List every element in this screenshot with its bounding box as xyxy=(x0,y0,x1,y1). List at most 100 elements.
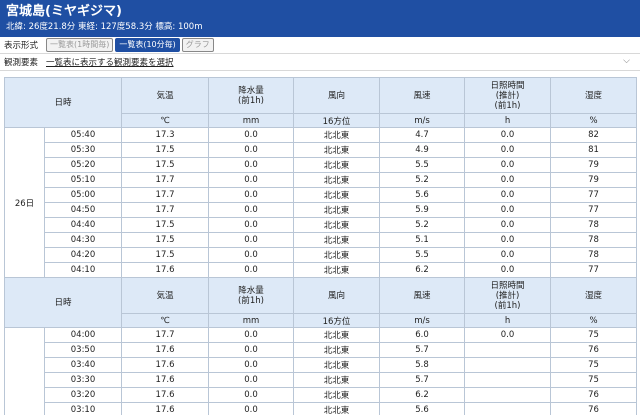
table-row: 03:20 17.6 0.0 北北東 6.2 76 xyxy=(5,387,638,403)
table-cell: 0.0 xyxy=(464,262,552,278)
table-cell: 77 xyxy=(550,262,638,278)
table-cell: 0.0 xyxy=(464,157,552,173)
table-cell: 5.5 xyxy=(379,157,466,173)
table-cell: 77 xyxy=(550,187,638,203)
unit-cell: mm xyxy=(208,313,295,328)
header-cell: 気温 xyxy=(121,277,210,314)
header-cell: 風速 xyxy=(379,77,466,114)
unit-cell: ℃ xyxy=(121,113,210,128)
header-cell: 風速 xyxy=(379,277,466,314)
table-cell: 5.5 xyxy=(379,247,466,263)
table-row: 03:10 17.6 0.0 北北東 5.6 76 xyxy=(5,402,638,415)
table-cell: 03:20 xyxy=(43,387,123,403)
table-cell: 79 xyxy=(550,157,638,173)
table-cell: 82 xyxy=(550,127,638,143)
table-cell: 04:10 xyxy=(43,262,123,278)
table-cell: 5.6 xyxy=(379,402,466,415)
observation-table-wrap: 日時 気温 降水量 (前1h) 風向 風速 日照時間 (推計) (前1h) 湿度 ℃ mm 16方位 m/… xyxy=(3,77,638,415)
station-title: 宮城島(ミヤギジマ) xyxy=(6,4,122,19)
table-cell: 17.7 xyxy=(121,172,210,188)
table-cell: 北北東 xyxy=(293,357,381,373)
table-cell: 04:50 xyxy=(43,202,123,218)
unit-cell: 16方位 xyxy=(293,313,381,328)
table-row: 03:50 17.6 0.0 北北東 5.7 76 xyxy=(5,342,638,358)
unit-cell: h xyxy=(464,313,552,328)
table-cell: 5.1 xyxy=(379,232,466,248)
table-header-row: 日時 気温 降水量 (前1h) 風向 風速 日照時間 (推計) (前1h) 湿度 xyxy=(3,77,638,128)
table-cell: 05:30 xyxy=(43,142,123,158)
table-row: 03:40 17.6 0.0 北北東 5.8 75 xyxy=(5,357,638,373)
graph-button[interactable]: グラフ xyxy=(181,38,214,52)
table-cell: 75 xyxy=(550,327,638,343)
header-cell: 気温 xyxy=(121,77,210,114)
table-cell: 北北東 xyxy=(293,327,381,343)
table-cell: 17.5 xyxy=(121,247,210,263)
table-cell: 03:10 xyxy=(43,402,123,415)
hourly-list-button[interactable]: 一覧表(1時間毎) xyxy=(46,38,114,52)
table-cell: 17.6 xyxy=(121,372,210,388)
table-cell: 北北東 xyxy=(293,342,381,358)
table-cell: 北北東 xyxy=(293,142,381,158)
table-cell: 17.5 xyxy=(121,217,210,233)
day-cell xyxy=(4,327,45,415)
table-cell: 6.2 xyxy=(379,262,466,278)
table-cell: 17.5 xyxy=(121,157,210,173)
table-cell: 81 xyxy=(550,142,638,158)
table-cell: 北北東 xyxy=(293,232,381,248)
table-cell: 75 xyxy=(550,357,638,373)
table-header-row: 日時 気温 降水量 (前1h) 風向 風速 日照時間 (推計) (前1h) 湿度 xyxy=(3,277,638,328)
station-coords: 北緯: 26度21.8分 東経: 127度58.3分 標高: 100m xyxy=(6,22,203,32)
table-cell: 北北東 xyxy=(293,402,381,415)
table-cell: 0.0 xyxy=(208,127,295,143)
unit-cell: mm xyxy=(208,113,295,128)
table-cell: 0.0 xyxy=(208,232,295,248)
table-cell: 5.8 xyxy=(379,357,466,373)
header-cell: 降水量 (前1h) xyxy=(208,77,295,114)
table-cell: 17.6 xyxy=(121,357,210,373)
table-cell xyxy=(464,357,552,373)
header-datetime: 日時 xyxy=(3,277,123,328)
table-cell: 0.0 xyxy=(464,232,552,248)
element-select[interactable]: 一覧表に表示する観測要素を選択 xyxy=(46,56,174,68)
table-row: 05:20 17.5 0.0 北北東 5.5 0.0 79 xyxy=(5,157,638,173)
element-row: 観測要素 一覧表に表示する観測要素を選択 ⌵ xyxy=(0,54,640,71)
table-row: 05:30 17.5 0.0 北北東 4.9 0.0 81 xyxy=(5,142,638,158)
table-cell: 17.6 xyxy=(121,342,210,358)
table-cell xyxy=(464,402,552,415)
header-cell: 降水量 (前1h) xyxy=(208,277,295,314)
table-cell: 0.0 xyxy=(208,142,295,158)
unit-cell: 16方位 xyxy=(293,113,381,128)
day-cell: 26日 xyxy=(4,127,45,278)
table-cell: 北北東 xyxy=(293,262,381,278)
table-row: 03:30 17.6 0.0 北北東 5.7 75 xyxy=(5,372,638,388)
ten-minute-list-button[interactable]: 一覧表(10分毎) xyxy=(115,38,180,52)
table-cell: 77 xyxy=(550,202,638,218)
table-cell: 03:30 xyxy=(43,372,123,388)
chevron-down-icon[interactable]: ⌵ xyxy=(623,56,630,66)
table-cell: 北北東 xyxy=(293,157,381,173)
table-cell: 0.0 xyxy=(208,342,295,358)
table-cell: 17.6 xyxy=(121,402,210,415)
header-datetime: 日時 xyxy=(3,77,123,128)
table-cell: 0.0 xyxy=(208,372,295,388)
table-cell: 17.7 xyxy=(121,327,210,343)
table-cell: 4.7 xyxy=(379,127,466,143)
table-cell: 5.2 xyxy=(379,217,466,233)
table-cell: 17.5 xyxy=(121,142,210,158)
table-cell: 75 xyxy=(550,372,638,388)
header-cell: 日照時間 (推計) (前1h) xyxy=(464,277,552,314)
table-cell: 0.0 xyxy=(208,247,295,263)
table-cell: 04:20 xyxy=(43,247,123,263)
table-cell: 0.0 xyxy=(464,142,552,158)
table-cell: 17.5 xyxy=(121,232,210,248)
table-cell: 04:00 xyxy=(43,327,123,343)
table-cell: 北北東 xyxy=(293,217,381,233)
table-cell: 76 xyxy=(550,342,638,358)
table-cell: 76 xyxy=(550,402,638,415)
table-cell: 北北東 xyxy=(293,372,381,388)
unit-cell: % xyxy=(550,313,638,328)
table-cell: 北北東 xyxy=(293,387,381,403)
table-cell: 0.0 xyxy=(464,172,552,188)
unit-cell: % xyxy=(550,113,638,128)
table-cell: 0.0 xyxy=(464,202,552,218)
